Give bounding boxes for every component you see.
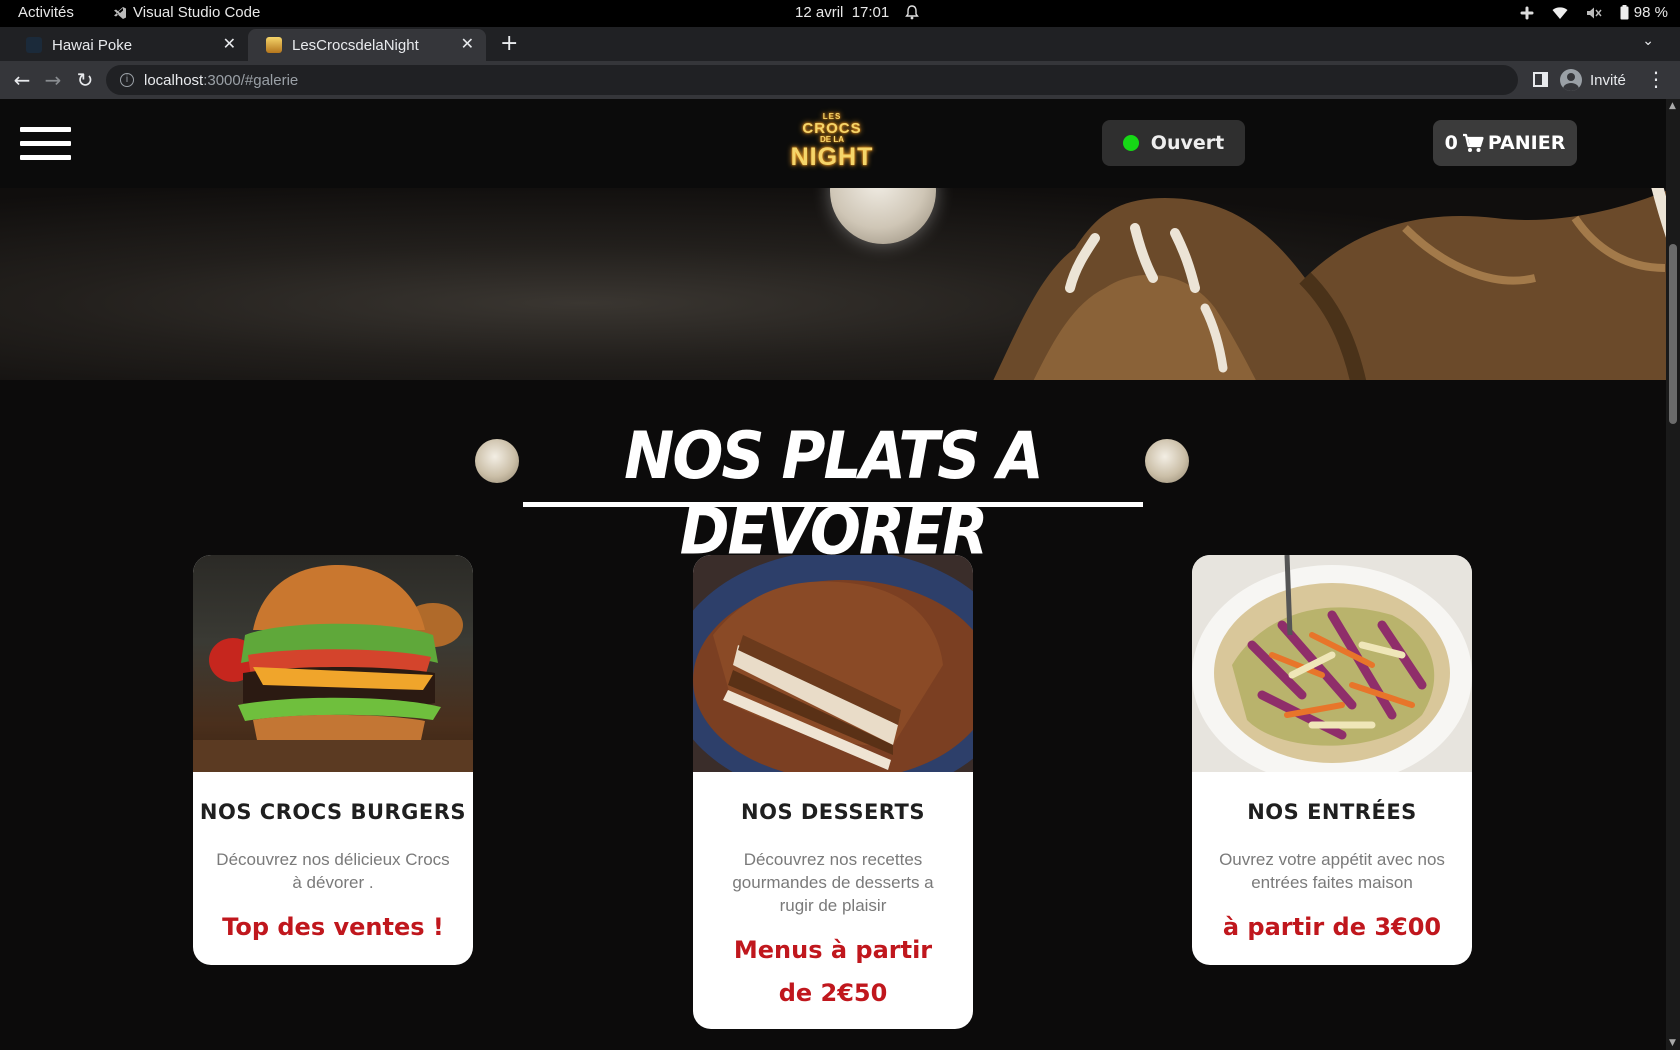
side-panel-icon[interactable] <box>1533 72 1548 87</box>
card-entrees[interactable]: NOS ENTRÉES Ouvrez votre appétit avec no… <box>1192 555 1472 965</box>
battery-level: 98 % <box>1633 4 1668 21</box>
active-app-indicator[interactable]: Visual Studio Code <box>113 4 260 21</box>
card-burgers[interactable]: NOS CROCS BURGERS Découvrez nos délicieu… <box>193 555 473 965</box>
chevron-down-icon[interactable]: ⌄ <box>1642 33 1654 49</box>
shopping-cart-icon <box>1462 133 1484 152</box>
status-label: Ouvert <box>1150 132 1225 154</box>
salad-photo <box>1192 555 1472 772</box>
card-title: NOS CROCS BURGERS <box>199 800 467 824</box>
system-tray[interactable]: 98 % <box>1520 4 1668 21</box>
cart-button[interactable]: 0 PANIER <box>1433 120 1577 166</box>
moon-illustration <box>830 188 936 244</box>
time-label: 17:01 <box>851 4 890 21</box>
page-viewport: LES CROCS DE LA NIGHT Ouvert 0 PANIER NO… <box>0 99 1666 1050</box>
cart-label: PANIER <box>1487 132 1566 154</box>
profile-avatar-icon <box>1560 69 1582 91</box>
gallery-section-title: NOS PLATS A DEVORER <box>473 406 1193 570</box>
address-bar[interactable]: i localhost:3000/#galerie <box>106 65 1518 95</box>
site-header: LES CROCS DE LA NIGHT Ouvert 0 PANIER <box>0 99 1666 188</box>
card-description: Découvrez nos délicieux Crocs à dévorer … <box>216 850 450 892</box>
heading-underline <box>523 502 1143 507</box>
volume-muted-icon <box>1586 7 1602 18</box>
card-description: Découvrez nos recettes gourmandes de des… <box>732 850 934 915</box>
tab-favicon <box>266 37 282 53</box>
logo-line: CROCS <box>802 120 862 137</box>
site-info-icon[interactable]: i <box>120 73 134 87</box>
close-icon[interactable]: ✕ <box>461 34 474 54</box>
open-status-button[interactable]: Ouvert <box>1102 120 1245 166</box>
battery-icon <box>1620 5 1629 20</box>
vscode-icon <box>114 6 126 19</box>
tab-strip: Hawai Poke ✕ LesCrocsdelaNight ✕ + ⌄ <box>0 27 1680 61</box>
clock[interactable]: 12 avril 17:01 <box>795 4 920 21</box>
tab-favicon <box>26 37 42 53</box>
card-description: Ouvrez votre appétit avec nos entrées fa… <box>1219 850 1445 892</box>
card-title: NOS DESSERTS <box>741 800 925 824</box>
card-desserts[interactable]: NOS DESSERTS Découvrez nos recettes gour… <box>693 555 973 1029</box>
tab-hawai-poke[interactable]: Hawai Poke ✕ <box>8 29 248 61</box>
back-arrow-icon[interactable]: ← <box>9 67 35 93</box>
moon-icon <box>475 439 519 483</box>
scroll-down-icon[interactable]: ▼ <box>1669 1038 1676 1048</box>
tab-lescrocsdelanight[interactable]: LesCrocsdelaNight ✕ <box>248 29 486 61</box>
hamburger-menu-icon[interactable] <box>20 127 71 161</box>
profile-button[interactable]: Invité <box>1560 66 1626 94</box>
page-scrollbar[interactable]: ▲ ▼ <box>1666 99 1680 1050</box>
browser-toolbar: ← → ↻ i localhost:3000/#galerie Invité ⋮ <box>0 61 1680 99</box>
url-host: localhost <box>144 71 204 89</box>
scrollbar-thumb[interactable] <box>1669 244 1677 424</box>
new-tab-plus-icon[interactable]: + <box>500 31 518 56</box>
scroll-up-icon[interactable]: ▲ <box>1669 101 1676 111</box>
date-label: 12 avril <box>795 4 844 21</box>
tiramisu-photo <box>693 555 973 772</box>
bell-icon <box>905 5 920 20</box>
os-top-bar: Activités Visual Studio Code 12 avril 17… <box>0 0 1680 27</box>
moon-icon <box>1145 439 1189 483</box>
tab-title: Hawai Poke <box>52 36 133 54</box>
burger-photo <box>193 555 473 772</box>
cart-count: 0 <box>1444 132 1458 154</box>
activities-button[interactable]: Activités <box>18 4 74 21</box>
werewolf-illustration <box>993 188 1666 380</box>
site-logo[interactable]: LES CROCS DE LA NIGHT <box>770 113 894 175</box>
card-title: NOS ENTRÉES <box>1247 800 1417 824</box>
forward-arrow-icon[interactable]: → <box>40 67 66 93</box>
wifi-icon <box>1552 6 1568 19</box>
reload-icon[interactable]: ↻ <box>72 67 98 93</box>
logo-line: NIGHT <box>790 143 874 171</box>
profile-label: Invité <box>1590 71 1626 89</box>
tab-title: LesCrocsdelaNight <box>292 36 419 54</box>
card-highlight: à partir de 3€00 <box>1222 913 1442 941</box>
section-heading: NOS PLATS A DEVORER <box>624 418 1044 570</box>
app-name: Visual Studio Code <box>133 4 261 21</box>
close-icon[interactable]: ✕ <box>223 34 236 54</box>
card-highlight: Menus à partir de 2€50 <box>733 936 933 1007</box>
status-dot-icon <box>1122 135 1139 151</box>
hero-banner <box>0 188 1666 380</box>
more-menu-icon[interactable]: ⋮ <box>1646 67 1666 91</box>
slack-icon <box>1520 6 1534 19</box>
url-path: :3000/#galerie <box>203 71 299 89</box>
card-highlight: Top des ventes ! <box>222 913 444 941</box>
